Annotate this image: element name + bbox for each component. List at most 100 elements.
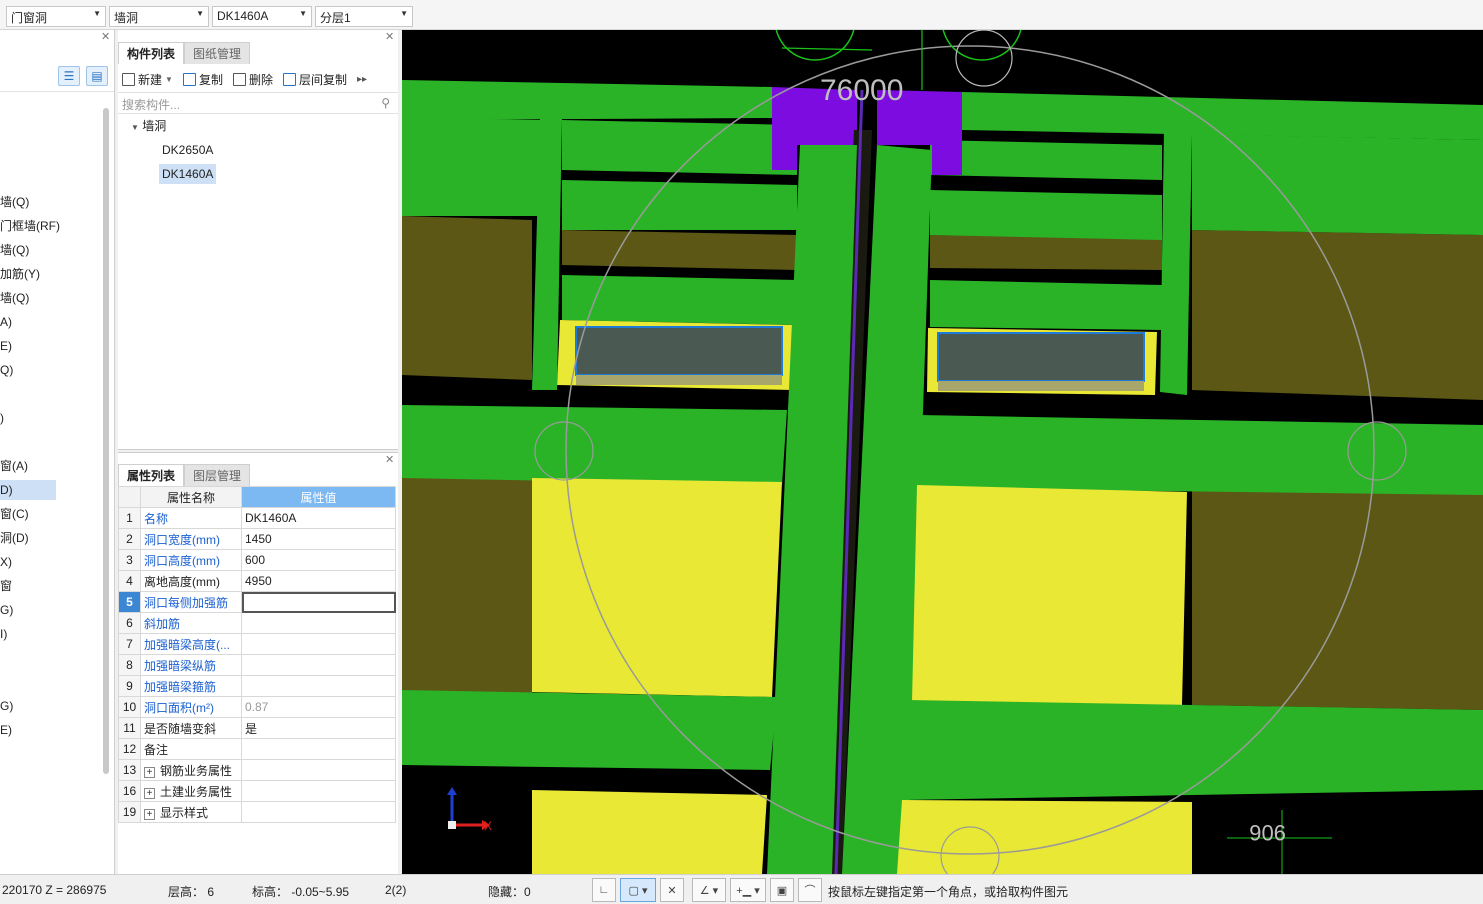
property-row[interactable]: 1 名称 DK1460A [118,507,396,529]
row-number: 8 [118,654,141,676]
nav-item[interactable]: 窗(A) [0,456,28,476]
search-icon[interactable]: ⚲ [381,96,390,110]
opening-sill [938,381,1144,391]
property-row[interactable]: 11 是否随墙变斜 是 [118,717,396,739]
nav-scrollbar[interactable] [103,108,109,774]
nav-item[interactable]: 墙(Q) [0,288,29,308]
copy-button[interactable]: 复制 [182,71,223,88]
close-icon[interactable]: ✕ [385,30,394,43]
viewport-canvas[interactable]: 76000 906 X [402,30,1483,874]
property-value-editor[interactable] [241,591,396,613]
nav-item[interactable]: E) [0,336,12,356]
property-value[interactable]: DK1460A [241,507,396,529]
expand-plus-icon[interactable]: + [144,808,155,820]
close-icon[interactable]: ✕ [385,453,394,466]
navigation-panel: ✕ ☰ ▤ 墙(Q) 门框墙(RF) 墙(Q) 加筋(Y) 墙(Q) A) E)… [0,30,115,874]
expand-plus-icon[interactable]: + [144,766,155,778]
nav-item[interactable]: I) [0,624,7,644]
nav-item[interactable]: X) [0,552,12,572]
nav-item[interactable]: 窗 [0,576,12,596]
selection-count: 2(2) [385,883,407,897]
chevron-down-icon: ▼ [400,9,408,18]
ortho-icon[interactable]: ∟ [592,878,616,902]
nav-item[interactable]: A) [0,312,12,332]
property-group-row[interactable]: 16 + 土建业务属性 [118,780,396,802]
wall-face-olive [1192,490,1483,710]
list-view-icon[interactable]: ☰ [58,66,80,86]
close-icon[interactable]: ✕ [101,30,110,43]
property-group-row[interactable]: 13 + 钢筋业务属性 [118,759,396,781]
more-icon[interactable]: ▸▸ [357,74,367,85]
tab-property-list[interactable]: 属性列表 [118,464,185,486]
property-row[interactable]: 4 离地高度(mm) 4950 [118,570,396,592]
cross-select-icon[interactable]: ✕ [660,878,684,902]
nav-item-selected[interactable]: D) [0,480,56,500]
tree-root[interactable]: ▼ 墙洞 [131,116,166,136]
wall-face-olive [562,230,797,270]
nav-item[interactable]: 洞(D) [0,528,29,548]
property-row[interactable]: 12 备注 [118,738,396,760]
angle-icon[interactable]: ∠ ▾ [692,878,726,902]
component-combo[interactable]: DK1460A ▼ [212,6,312,27]
monitor-icon[interactable]: ▣ [770,878,794,902]
property-value[interactable]: 4950 [241,570,396,592]
tab-layer-manage[interactable]: 图层管理 [184,464,251,486]
layer-combo[interactable]: 分层1 ▼ [315,6,413,27]
property-row[interactable]: 7 加强暗梁高度(... [118,633,396,655]
nav-item[interactable]: G) [0,600,13,620]
rect-select-icon[interactable]: ▢ ▾ [620,878,656,902]
tree-item-selected[interactable]: DK1460A [159,164,217,184]
property-row[interactable]: 6 斜加筋 [118,612,396,634]
property-name: 加强暗梁箍筋 [140,675,242,697]
wall-opening[interactable] [575,326,783,376]
property-value[interactable]: 是 [241,717,396,739]
property-row[interactable]: 3 洞口高度(mm) 600 [118,549,396,571]
panel-splitter[interactable] [118,449,398,453]
floor-copy-button[interactable]: 层间复制 [282,71,347,88]
row-number: 9 [118,675,141,697]
wall-opening[interactable] [937,332,1145,382]
detail-view-icon[interactable]: ▤ [86,66,108,86]
nav-item[interactable]: 墙(Q) [0,240,29,260]
snap-icon[interactable]: +▁ ▾ [730,878,766,902]
tab-component-list[interactable]: 构件列表 [118,42,185,64]
property-value[interactable] [241,633,396,655]
nav-item[interactable]: ) [0,408,4,428]
property-row[interactable]: 10 洞口面积(m²) 0.87 [118,696,396,718]
property-group-row[interactable]: 19 + 显示样式 [118,801,396,823]
nav-item[interactable]: 门框墙(RF) [0,216,60,236]
property-name: 加强暗梁纵筋 [140,654,242,676]
row-number: 6 [118,612,141,634]
coordinate-readout: 220170 Z = 286975 [2,883,107,897]
property-row[interactable]: 8 加强暗梁纵筋 [118,654,396,676]
delete-button[interactable]: 删除 [232,71,273,88]
expand-triangle-icon[interactable]: ▼ [131,123,139,132]
tree-item[interactable]: DK2650A [162,140,213,160]
row-number: 19 [118,801,141,823]
property-value[interactable] [241,654,396,676]
category-combo[interactable]: 门窗洞 ▼ [6,6,106,27]
property-row-current[interactable]: 5 洞口每侧加强筋 [118,591,396,613]
property-table-wrap: 属性名称 属性值 1 名称 DK1460A 2 洞口宽度(mm) 1450 3 … [118,486,396,823]
tab-drawing-manage[interactable]: 图纸管理 [184,42,251,64]
nav-item[interactable]: 墙(Q) [0,192,29,212]
property-value[interactable] [241,738,396,760]
property-value[interactable]: 600 [241,549,396,571]
property-value[interactable]: 1450 [241,528,396,550]
property-row[interactable]: 9 加强暗梁箍筋 [118,675,396,697]
arc-icon[interactable]: ⌒ [798,878,822,902]
property-row[interactable]: 2 洞口宽度(mm) 1450 [118,528,396,550]
property-value[interactable] [241,612,396,634]
nav-item[interactable]: E) [0,720,12,740]
property-value[interactable] [241,675,396,697]
nav-item[interactable]: Q) [0,360,13,380]
nav-item[interactable]: 窗(C) [0,504,29,524]
expand-plus-icon[interactable]: + [144,787,155,799]
search-input[interactable]: 搜索构件... ⚲ [118,92,398,114]
delete-label: 删除 [248,72,273,87]
3d-viewport[interactable]: 76000 906 X [402,30,1483,874]
nav-item[interactable]: 加筋(Y) [0,264,40,284]
type-combo[interactable]: 墙洞 ▼ [109,6,209,27]
nav-item[interactable]: G) [0,696,13,716]
new-button[interactable]: 新建 ▼ [122,71,173,88]
